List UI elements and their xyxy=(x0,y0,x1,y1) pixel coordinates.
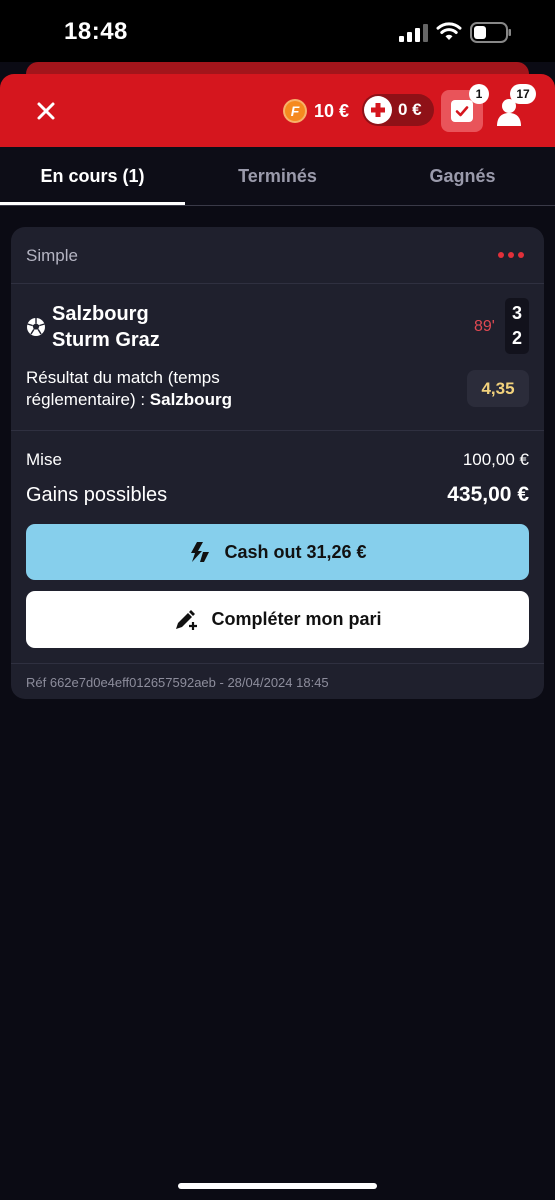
wifi-icon xyxy=(436,22,462,40)
freebet-amount: 10 € xyxy=(314,100,350,121)
close-icon xyxy=(37,102,55,120)
stake-value: 100,00 € xyxy=(462,450,529,469)
tab-finished[interactable]: Terminés xyxy=(185,166,370,187)
plus-cross-icon xyxy=(364,96,392,124)
active-tab-indicator xyxy=(0,202,185,205)
complete-bet-button[interactable]: Compléter mon pari xyxy=(26,591,529,648)
bet-selection: Salzbourg xyxy=(149,390,232,409)
close-button[interactable] xyxy=(30,95,62,127)
cash-out-label: Cash out 31,26 € xyxy=(224,541,367,562)
checkbox-check-icon xyxy=(451,100,473,122)
live-score: 3 2 xyxy=(505,298,529,354)
away-team-name: Sturm Graz xyxy=(52,329,160,351)
pencil-plus-icon xyxy=(176,609,198,630)
battery-icon xyxy=(470,22,511,43)
cash-out-button[interactable]: Cash out 31,26 € xyxy=(26,524,529,580)
freebet-balance[interactable]: F 10 € xyxy=(283,98,349,124)
more-dots-icon xyxy=(498,252,504,258)
bet-market-description: Résultat du match (temps réglementaire) … xyxy=(26,367,326,411)
status-bar: 18:48 xyxy=(0,0,555,62)
tab-won[interactable]: Gagnés xyxy=(370,166,555,187)
bet-odds: 4,35 xyxy=(467,370,529,407)
account-notification-badge: 17 xyxy=(510,84,536,104)
bonus-balance[interactable]: 0 € xyxy=(362,94,434,126)
bet-card: Simple Salzbourg Sturm Graz 89' 3 2 Résu… xyxy=(11,227,544,699)
home-score: 3 xyxy=(511,303,522,323)
bets-count-badge: 1 xyxy=(469,84,489,104)
home-team-name: Salzbourg xyxy=(52,303,149,325)
divider xyxy=(11,430,544,431)
bet-card-header: Simple xyxy=(11,227,544,284)
divider xyxy=(11,663,544,664)
complete-bet-label: Compléter mon pari xyxy=(211,609,382,629)
soccer-ball-icon xyxy=(27,318,45,336)
more-options-button[interactable] xyxy=(498,245,524,265)
live-match-minute: 89' xyxy=(474,318,495,335)
potential-gains-label: Gains possibles xyxy=(26,484,168,506)
bets-header: F 10 € 0 € 1 17 xyxy=(0,74,555,147)
status-time: 18:48 xyxy=(64,18,128,45)
cellular-signal-icon xyxy=(399,24,428,42)
bonus-amount: 0 € xyxy=(398,100,422,119)
bets-tabs: En cours (1) Terminés Gagnés xyxy=(0,147,555,206)
freebet-coin-icon: F xyxy=(283,99,307,123)
bet-reference: Réf 662e7d0e4eff012657592aeb - 28/04/202… xyxy=(26,675,329,690)
bet-type-label: Simple xyxy=(26,246,78,265)
tab-in-progress[interactable]: En cours (1) xyxy=(0,166,185,187)
away-score: 2 xyxy=(511,328,522,348)
stake-label: Mise xyxy=(26,450,62,469)
cash-out-icon xyxy=(191,542,210,562)
home-indicator[interactable] xyxy=(178,1183,377,1189)
potential-gains-value: 435,00 € xyxy=(447,483,529,506)
